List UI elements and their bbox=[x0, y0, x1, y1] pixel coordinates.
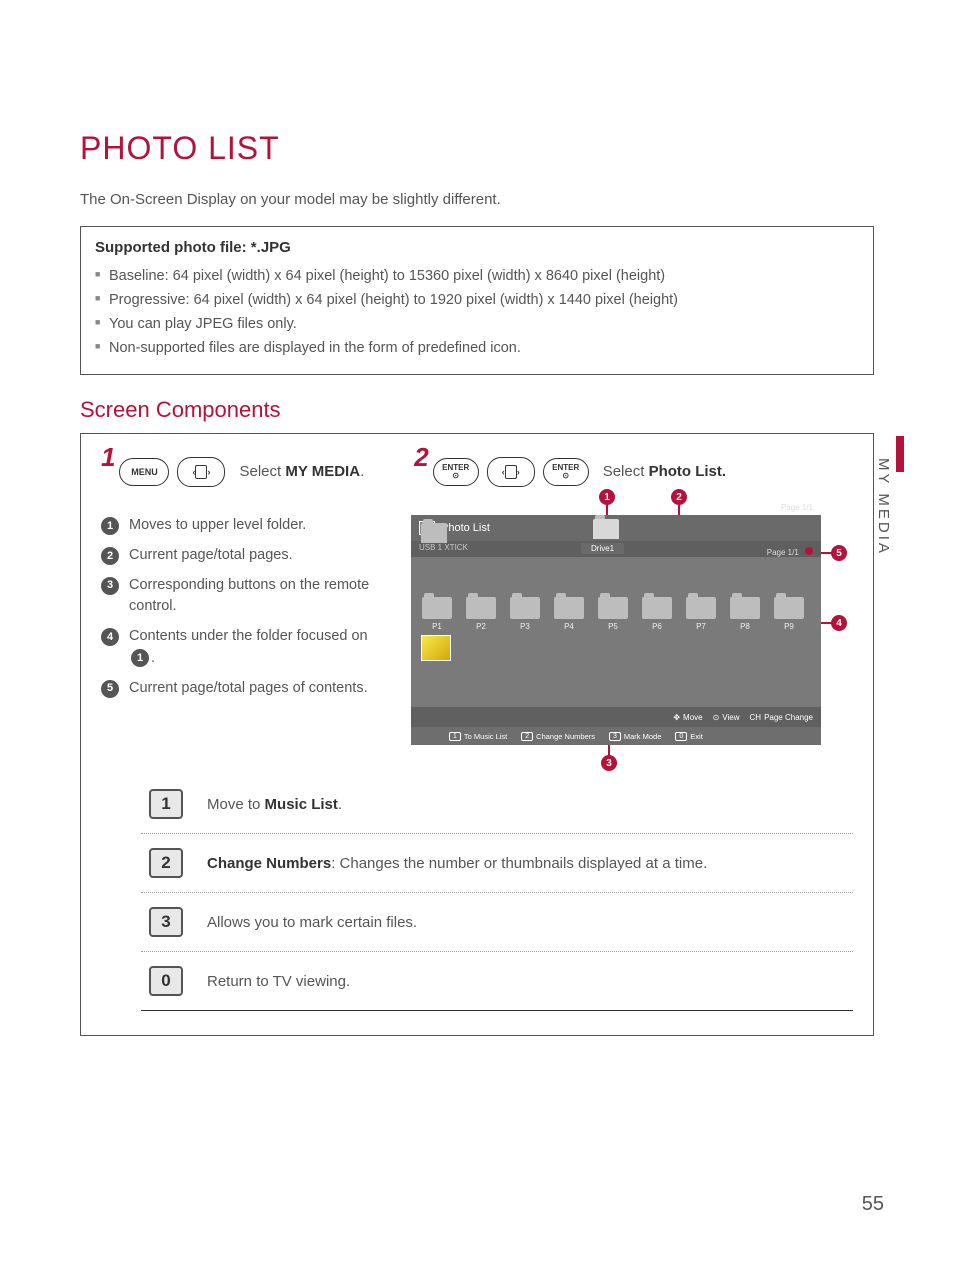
step-number: 2 bbox=[414, 442, 428, 473]
folder-cell: P8 bbox=[729, 597, 761, 631]
legend-bullet-4: 4 bbox=[101, 628, 119, 646]
legend-text: Corresponding buttons on the remote cont… bbox=[129, 575, 381, 619]
nav-steps: 1 MENU ‹› Select MY MEDIA. 2 ENTER⊙ ‹› E… bbox=[101, 456, 853, 487]
step-1-text: Select MY MEDIA. bbox=[239, 463, 364, 480]
page-change-hint: CH Page Change bbox=[750, 713, 814, 722]
osd-page-sub: Page 1/1 bbox=[767, 547, 813, 557]
keycap-1: 1 bbox=[149, 789, 183, 819]
folder-cell: P3 bbox=[509, 597, 541, 631]
osd-hint-bar: ✥ Move ⊙ View CH Page Change bbox=[411, 707, 821, 727]
move-hint: ✥ Move bbox=[673, 713, 702, 722]
table-row: 2 Change Numbers: Changes the number or … bbox=[141, 834, 853, 893]
side-tab-label: MY MEDIA bbox=[875, 458, 892, 556]
table-row: 0 Return to TV viewing. bbox=[141, 952, 853, 1011]
step-1: 1 MENU ‹› Select MY MEDIA. bbox=[101, 456, 364, 487]
drive-up-icon bbox=[419, 523, 449, 543]
legend-bullet-5: 5 bbox=[101, 680, 119, 698]
legend-text: Current page/total pages. bbox=[129, 545, 293, 567]
callout-2: 2 bbox=[671, 489, 687, 505]
legend-text: Moves to upper level folder. bbox=[129, 515, 306, 537]
legend-list: 1 Moves to upper level folder. 2 Current p… bbox=[101, 515, 381, 745]
osd-page-top: Page 1/1 bbox=[781, 503, 813, 512]
osd-screenshot: 1 2 4 5 3 Photo List USB 1 XTICK Page 1/… bbox=[401, 515, 853, 745]
menu-button-icon: MENU bbox=[119, 458, 169, 486]
folder-cell: P1 bbox=[421, 597, 453, 631]
supported-files-box: Supported photo file: *.JPG Baseline: 64… bbox=[80, 226, 874, 375]
legend-text: Contents under the folder focused on 1. bbox=[129, 626, 381, 670]
supported-heading: Supported photo file: *.JPG bbox=[95, 239, 859, 256]
callout-5: 5 bbox=[831, 545, 847, 561]
osd-btn-music: 1To Music List bbox=[449, 732, 507, 741]
row-desc: Move to Music List. bbox=[207, 796, 342, 813]
folder-cell: P2 bbox=[465, 597, 497, 631]
table-row: 3 Allows you to mark certain files. bbox=[141, 893, 853, 952]
enter-button-icon: ENTER⊙ bbox=[543, 458, 589, 486]
screen-components-heading: Screen Components bbox=[80, 397, 874, 423]
table-row: 1 Move to Music List. bbox=[141, 775, 853, 834]
support-item: Progressive: 64 pixel (width) x 64 pixel… bbox=[95, 288, 859, 312]
page-title: PHOTO LIST bbox=[80, 130, 874, 167]
osd-btn-exit: 0Exit bbox=[675, 732, 702, 741]
photo-thumbnail bbox=[421, 635, 451, 661]
callout-3: 3 bbox=[601, 755, 617, 771]
keycap-0: 0 bbox=[149, 966, 183, 996]
osd-drive-label: Drive1 bbox=[581, 543, 624, 554]
enter-button-icon: ENTER⊙ bbox=[433, 458, 479, 486]
legend-text: Current page/total pages of contents. bbox=[129, 678, 368, 700]
folder-cell: P4 bbox=[553, 597, 585, 631]
step-2: 2 ENTER⊙ ‹› ENTER⊙ Select Photo List. bbox=[414, 456, 726, 487]
support-item: Baseline: 64 pixel (width) x 64 pixel (h… bbox=[95, 264, 859, 288]
side-tab-accent bbox=[896, 436, 904, 472]
screen-components-box: 1 MENU ‹› Select MY MEDIA. 2 ENTER⊙ ‹› E… bbox=[80, 433, 874, 1036]
osd-btn-change: 2Change Numbers bbox=[521, 732, 595, 741]
folder-cell: P7 bbox=[685, 597, 717, 631]
osd-btn-mark: 3Mark Mode bbox=[609, 732, 661, 741]
remote-button-table: 1 Move to Music List. 2 Change Numbers: … bbox=[141, 775, 853, 1011]
row-desc: Allows you to mark certain files. bbox=[207, 914, 417, 931]
step-number: 1 bbox=[101, 442, 115, 473]
legend-bullet-1: 1 bbox=[101, 517, 119, 535]
legend-bullet-2: 2 bbox=[101, 547, 119, 565]
callout-4: 4 bbox=[831, 615, 847, 631]
view-hint: ⊙ View bbox=[713, 713, 740, 722]
folder-cell: P6 bbox=[641, 597, 673, 631]
support-item: Non-supported files are displayed in the… bbox=[95, 336, 859, 360]
drive-selected bbox=[591, 519, 621, 541]
dpad-icon: ‹› bbox=[177, 457, 225, 487]
legend-bullet-3: 3 bbox=[101, 577, 119, 595]
osd-button-bar: 1To Music List 2Change Numbers 3Mark Mod… bbox=[411, 727, 821, 745]
keycap-3: 3 bbox=[149, 907, 183, 937]
row-desc: Change Numbers: Changes the number or th… bbox=[207, 855, 707, 872]
intro-text: The On-Screen Display on your model may … bbox=[80, 191, 874, 208]
row-desc: Return to TV viewing. bbox=[207, 973, 350, 990]
callout-1: 1 bbox=[599, 489, 615, 505]
keycap-2: 2 bbox=[149, 848, 183, 878]
dpad-icon: ‹› bbox=[487, 457, 535, 487]
page-number: 55 bbox=[862, 1193, 884, 1216]
step-2-text: Select Photo List. bbox=[603, 463, 726, 480]
support-item: You can play JPEG files only. bbox=[95, 312, 859, 336]
folder-cell: P5 bbox=[597, 597, 629, 631]
folder-cell: P9 bbox=[773, 597, 805, 631]
